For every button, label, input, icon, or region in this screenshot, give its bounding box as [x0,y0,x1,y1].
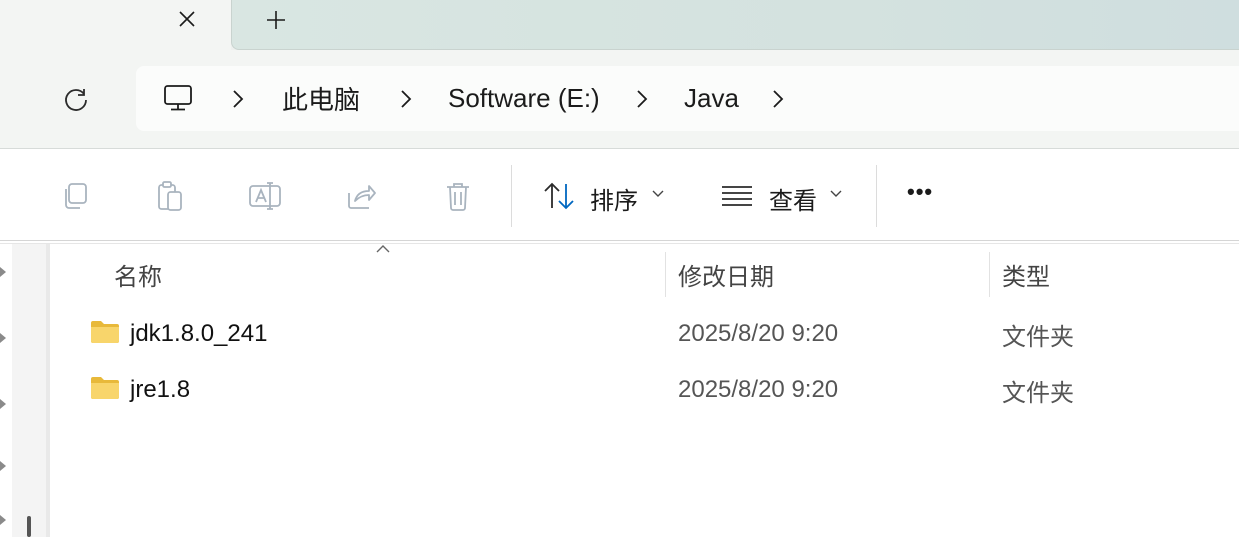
chevron-right-icon[interactable] [228,88,248,110]
tab-strip-background [231,0,1239,50]
column-header-modified[interactable]: 修改日期 [678,250,774,298]
chevron-down-icon[interactable] [651,187,665,201]
expand-arrow-icon[interactable] [0,266,8,278]
chevron-right-icon[interactable] [768,88,788,110]
nav-pane-edge [0,244,12,537]
file-modified: 2025/8/20 9:20 [678,320,839,347]
file-name[interactable]: jre1.8 [130,365,190,415]
expand-arrow-icon[interactable] [0,460,8,472]
refresh-icon[interactable] [58,82,94,118]
table-row[interactable]: jre1.8 2025/8/20 9:20 文件夹 [52,365,1239,415]
more-options-button[interactable]: ••• [907,179,933,205]
file-type: 文件夹 [1002,323,1074,351]
breadcrumb-item-software-drive[interactable]: Software (E:) [448,66,600,131]
sort-icon[interactable] [542,179,576,213]
table-row[interactable]: jdk1.8.0_241 2025/8/20 9:20 文件夹 [52,309,1239,359]
scrollbar-thumb[interactable] [27,516,31,537]
pane-divider[interactable] [46,244,50,537]
rename-icon[interactable] [248,179,282,213]
tab-strip [0,0,1239,50]
copy-icon[interactable] [58,179,92,213]
plus-icon[interactable] [261,5,291,35]
expand-arrow-icon[interactable] [0,514,8,526]
sort-ascending-icon [376,245,390,253]
column-header-type[interactable]: 类型 [1002,250,1050,298]
toolbar-divider [511,165,512,227]
share-icon[interactable] [344,179,378,213]
breadcrumb-item-java[interactable]: Java [684,66,739,131]
column-divider[interactable] [989,252,990,297]
paste-icon[interactable] [153,179,187,213]
view-icon[interactable] [720,179,754,213]
file-modified: 2025/8/20 9:20 [678,376,839,403]
close-icon[interactable] [172,4,202,34]
delete-icon[interactable] [441,179,475,213]
view-button[interactable]: 查看 [769,181,817,216]
chevron-right-icon[interactable] [632,88,652,110]
toolbar-divider [876,165,877,227]
folder-icon [91,377,119,399]
breadcrumb-item-this-pc[interactable]: 此电脑 [282,66,360,131]
navigation-pane[interactable] [0,244,46,537]
divider [0,240,1239,244]
chevron-down-icon[interactable] [829,187,843,201]
file-type: 文件夹 [1002,379,1074,407]
folder-icon [91,321,119,343]
column-header-name[interactable]: 名称 [114,250,162,298]
breadcrumb[interactable]: 此电脑 Software (E:) Java [136,66,1239,131]
address-row: 此电脑 Software (E:) Java [0,50,1239,148]
expand-arrow-icon[interactable] [0,332,8,344]
column-divider[interactable] [665,252,666,297]
sort-button[interactable]: 排序 [590,181,638,216]
this-pc-icon[interactable] [162,82,194,114]
command-bar: 排序 查看 ••• [0,149,1239,241]
chevron-right-icon[interactable] [396,88,416,110]
expand-arrow-icon[interactable] [0,398,8,410]
file-name[interactable]: jdk1.8.0_241 [130,309,267,359]
